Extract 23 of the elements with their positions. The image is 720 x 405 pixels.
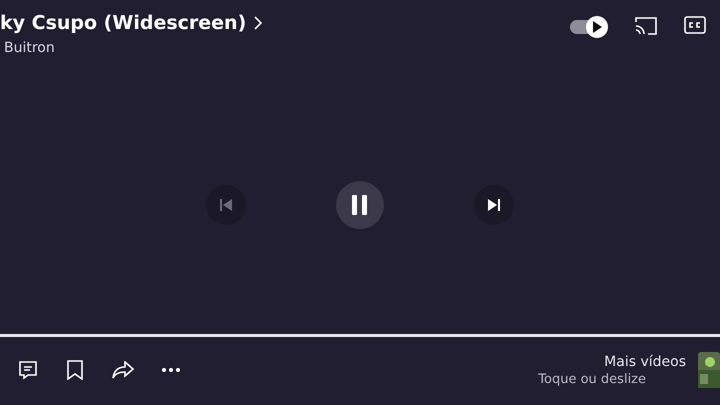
more-videos-label[interactable]: Mais vídeos xyxy=(604,354,686,370)
share-icon xyxy=(112,361,134,379)
more-button[interactable] xyxy=(162,368,180,372)
autoplay-toggle[interactable] xyxy=(570,16,608,38)
play-icon xyxy=(592,21,602,33)
video-title[interactable]: ky Csupo (Widescreen) xyxy=(0,12,246,34)
next-icon xyxy=(487,198,501,212)
next-button[interactable] xyxy=(474,185,514,225)
bookmark-icon xyxy=(66,360,84,380)
previous-button[interactable] xyxy=(206,185,246,225)
pause-button[interactable] xyxy=(336,181,384,229)
channel-name[interactable]: Buitron xyxy=(0,40,262,56)
captions-icon[interactable] xyxy=(684,16,706,34)
swipe-hint: Toque ou deslize xyxy=(538,372,647,386)
chevron-icon xyxy=(254,16,262,30)
save-button[interactable] xyxy=(66,360,84,380)
pause-icon xyxy=(350,194,370,216)
comments-button[interactable] xyxy=(18,360,38,380)
cast-icon[interactable] xyxy=(634,16,658,36)
previous-icon xyxy=(219,198,233,212)
more-icon xyxy=(162,368,180,372)
share-button[interactable] xyxy=(112,361,134,379)
comment-icon xyxy=(18,360,38,380)
